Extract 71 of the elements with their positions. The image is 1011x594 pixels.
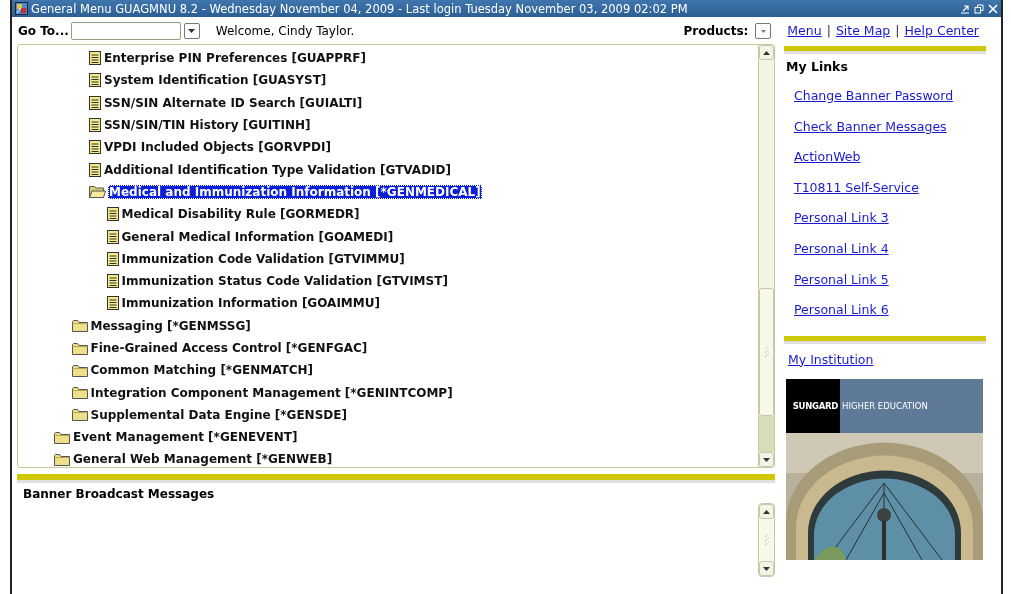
up-arrow-icon (762, 507, 771, 516)
tree-item[interactable]: Common Matching [*GENMATCH] (89, 363, 315, 378)
document-icon (106, 207, 119, 222)
grip-icon (763, 345, 770, 359)
minimize-icon[interactable] (960, 3, 970, 14)
header-link[interactable]: Menu (787, 23, 822, 38)
tree-item[interactable]: Immunization Information [GOAIMMU] (120, 296, 381, 311)
header-link[interactable]: Help Center (904, 23, 979, 38)
sidebar-link[interactable]: Change Banner Password (794, 88, 954, 103)
brand-text: SUNGARD (786, 378, 840, 433)
goto-label: Go To... (18, 23, 69, 38)
document-icon (89, 118, 101, 133)
document-icon (89, 73, 101, 88)
tree-item[interactable]: Medical and Immunization Information [*GENMEDICAL] (108, 184, 482, 199)
down-arrow-icon (762, 455, 771, 464)
down-arrow-icon (762, 564, 771, 573)
tree-item[interactable]: System Identification [GUASYST] (103, 73, 328, 88)
window-title: General Menu GUAGMNU 8.2 - Wednesday November 04, 2009 - Last login Tuesday November 03, 2009 02:02 PM (31, 1, 689, 16)
tree-item[interactable]: Additional Identification Type Validation [GTVADID] (103, 162, 452, 177)
tree-item[interactable]: General Medical Information [GOAMEDI] (120, 229, 395, 244)
scroll-down-button[interactable] (759, 452, 774, 467)
scroll-down-button[interactable] (759, 561, 774, 576)
scrollbar-thumb[interactable] (759, 288, 774, 416)
welcome-text: Welcome, Cindy Taylor. (215, 23, 355, 38)
tree-item[interactable]: VPDI Included Objects [GORVPDI] (103, 140, 332, 155)
tagline-text: HIGHER EDUCATION (840, 378, 983, 433)
sidebar-link[interactable]: Check Banner Messages (794, 118, 947, 134)
tree-item[interactable]: Immunization Code Validation [GTVIMMU] (120, 251, 406, 266)
link-separator: | (895, 23, 900, 38)
sidebar-link[interactable]: Personal Link 5 (794, 271, 889, 287)
document-icon (106, 296, 119, 311)
tree-item[interactable]: Supplemental Data Engine [*GENSDE] (89, 407, 348, 422)
tree-item[interactable]: Messaging [*GENMSSG] (89, 318, 252, 333)
app-icon (15, 2, 28, 15)
sidebar-link[interactable]: Personal Link 3 (794, 210, 889, 226)
document-icon (89, 95, 101, 110)
tree-item[interactable]: Integration Component Management [*GENINTCOMP] (89, 385, 454, 400)
sidebar-link[interactable]: Personal Link 4 (794, 240, 889, 256)
scroll-up-button[interactable] (759, 504, 774, 519)
grip-icon (763, 533, 770, 547)
products-label: Products: (683, 23, 749, 38)
document-icon (106, 251, 119, 266)
sidebar-link[interactable]: ActionWeb (794, 149, 861, 165)
scroll-up-button[interactable] (759, 45, 774, 60)
sidebar-link[interactable]: Personal Link 6 (794, 302, 889, 318)
sidebar-link[interactable]: T10811 Self-Service (794, 179, 919, 195)
goto-field[interactable] (70, 21, 181, 40)
section-title: Banner Broadcast Messages (23, 487, 216, 503)
tree-item[interactable]: Enterprise PIN Preferences [GUAPPRF] (103, 51, 367, 66)
tree-item[interactable]: Medical Disability Rule [GORMEDR] (120, 207, 361, 222)
document-icon (89, 162, 101, 177)
tree-item[interactable]: Immunization Status Code Validation [GTVIMST] (120, 274, 449, 289)
document-icon (89, 140, 101, 155)
tree-item[interactable]: General Web Management [*GENWEB] (72, 452, 334, 467)
document-icon (89, 51, 101, 66)
document-icon (106, 274, 119, 289)
header-link[interactable]: Site Map (835, 23, 891, 38)
tree-item[interactable]: Fine-Grained Access Control [*GENFGAC] (89, 341, 369, 355)
link-separator: | (826, 23, 831, 38)
section-title: My Links (786, 59, 849, 74)
goto-dropdown-button[interactable] (183, 22, 200, 39)
products-dropdown-button[interactable] (755, 22, 772, 39)
sidebar-link[interactable]: My Institution (788, 351, 874, 367)
up-arrow-icon (762, 48, 771, 57)
tree-item[interactable]: Event Management [*GENEVENT] (72, 430, 299, 445)
caret-icon (187, 26, 197, 35)
tree-item[interactable]: SSN/SIN Alternate ID Search [GUIALTI] (103, 95, 364, 110)
close-icon[interactable] (988, 3, 998, 14)
tree-item[interactable]: SSN/SIN/TIN History [GUITINH] (103, 118, 312, 133)
restore-icon[interactable] (974, 3, 984, 14)
document-icon (106, 229, 119, 244)
